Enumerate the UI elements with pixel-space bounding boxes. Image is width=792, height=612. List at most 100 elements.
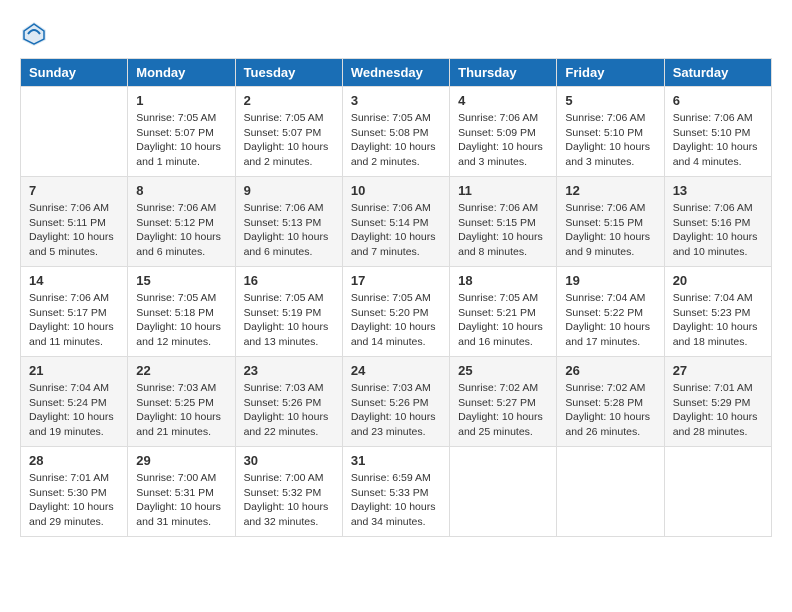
- day-number: 9: [244, 183, 334, 198]
- day-info: Sunrise: 7:06 AM Sunset: 5:13 PM Dayligh…: [244, 201, 334, 260]
- calendar-cell: 25 Sunrise: 7:02 AM Sunset: 5:27 PM Dayli…: [450, 357, 557, 447]
- day-number: 2: [244, 93, 334, 108]
- day-info: Sunrise: 7:05 AM Sunset: 5:21 PM Dayligh…: [458, 291, 548, 350]
- day-info: Sunrise: 7:06 AM Sunset: 5:12 PM Dayligh…: [136, 201, 226, 260]
- calendar-cell: 16 Sunrise: 7:05 AM Sunset: 5:19 PM Dayli…: [235, 267, 342, 357]
- day-number: 5: [565, 93, 655, 108]
- calendar-cell: 21Sunrise: 7:04 AM Sunset: 5:24 PM Dayli…: [21, 357, 128, 447]
- day-number: 8: [136, 183, 226, 198]
- header-row: SundayMondayTuesdayWednesdayThursdayFrid…: [21, 59, 772, 87]
- calendar-cell: 15Sunrise: 7:05 AM Sunset: 5:18 PM Dayli…: [128, 267, 235, 357]
- header-day-wednesday: Wednesday: [342, 59, 449, 87]
- calendar-cell: 8 Sunrise: 7:06 AM Sunset: 5:12 PM Daylig…: [128, 177, 235, 267]
- day-info: Sunrise: 7:06 AM Sunset: 5:11 PM Dayligh…: [29, 201, 119, 260]
- day-number: 7: [29, 183, 119, 198]
- header-day-saturday: Saturday: [664, 59, 771, 87]
- calendar-cell: 1 Sunrise: 7:05 AM Sunset: 5:07 PM Daylig…: [128, 87, 235, 177]
- day-number: 15: [136, 273, 226, 288]
- day-info: Sunrise: 7:06 AM Sunset: 5:16 PM Dayligh…: [673, 201, 763, 260]
- header-day-sunday: Sunday: [21, 59, 128, 87]
- day-number: 4: [458, 93, 548, 108]
- day-number: 16: [244, 273, 334, 288]
- day-info: Sunrise: 7:03 AM Sunset: 5:25 PM Dayligh…: [136, 381, 226, 440]
- day-info: Sunrise: 7:01 AM Sunset: 5:30 PM Dayligh…: [29, 471, 119, 530]
- calendar-cell: 26 Sunrise: 7:02 AM Sunset: 5:28 PM Dayli…: [557, 357, 664, 447]
- calendar-cell: 11Sunrise: 7:06 AM Sunset: 5:15 PM Dayli…: [450, 177, 557, 267]
- day-number: 28: [29, 453, 119, 468]
- calendar-table: SundayMondayTuesdayWednesdayThursdayFrid…: [20, 58, 772, 537]
- calendar-cell: [450, 447, 557, 537]
- day-info: Sunrise: 7:05 AM Sunset: 5:07 PM Dayligh…: [244, 111, 334, 170]
- calendar-cell: [557, 447, 664, 537]
- day-info: Sunrise: 6:59 AM Sunset: 5:33 PM Dayligh…: [351, 471, 441, 530]
- week-row-4: 21Sunrise: 7:04 AM Sunset: 5:24 PM Dayli…: [21, 357, 772, 447]
- calendar-cell: 7 Sunrise: 7:06 AM Sunset: 5:11 PM Daylig…: [21, 177, 128, 267]
- calendar-cell: 18 Sunrise: 7:05 AM Sunset: 5:21 PM Dayli…: [450, 267, 557, 357]
- day-info: Sunrise: 7:05 AM Sunset: 5:19 PM Dayligh…: [244, 291, 334, 350]
- day-number: 29: [136, 453, 226, 468]
- day-info: Sunrise: 7:05 AM Sunset: 5:08 PM Dayligh…: [351, 111, 441, 170]
- day-number: 25: [458, 363, 548, 378]
- header: [20, 20, 772, 48]
- day-number: 31: [351, 453, 441, 468]
- day-info: Sunrise: 7:06 AM Sunset: 5:10 PM Dayligh…: [673, 111, 763, 170]
- calendar-cell: 2 Sunrise: 7:05 AM Sunset: 5:07 PM Daylig…: [235, 87, 342, 177]
- day-number: 20: [673, 273, 763, 288]
- day-info: Sunrise: 7:06 AM Sunset: 5:14 PM Dayligh…: [351, 201, 441, 260]
- day-number: 3: [351, 93, 441, 108]
- calendar-cell: 5Sunrise: 7:06 AM Sunset: 5:10 PM Daylig…: [557, 87, 664, 177]
- day-info: Sunrise: 7:06 AM Sunset: 5:15 PM Dayligh…: [565, 201, 655, 260]
- calendar-cell: 19 Sunrise: 7:04 AM Sunset: 5:22 PM Dayli…: [557, 267, 664, 357]
- calendar-cell: 28 Sunrise: 7:01 AM Sunset: 5:30 PM Dayli…: [21, 447, 128, 537]
- week-row-2: 7 Sunrise: 7:06 AM Sunset: 5:11 PM Daylig…: [21, 177, 772, 267]
- header-day-thursday: Thursday: [450, 59, 557, 87]
- calendar-cell: 3 Sunrise: 7:05 AM Sunset: 5:08 PM Daylig…: [342, 87, 449, 177]
- day-info: Sunrise: 7:04 AM Sunset: 5:23 PM Dayligh…: [673, 291, 763, 350]
- day-info: Sunrise: 7:02 AM Sunset: 5:27 PM Dayligh…: [458, 381, 548, 440]
- calendar-cell: 13 Sunrise: 7:06 AM Sunset: 5:16 PM Dayli…: [664, 177, 771, 267]
- week-row-5: 28 Sunrise: 7:01 AM Sunset: 5:30 PM Dayli…: [21, 447, 772, 537]
- day-number: 24: [351, 363, 441, 378]
- week-row-1: 1 Sunrise: 7:05 AM Sunset: 5:07 PM Daylig…: [21, 87, 772, 177]
- day-info: Sunrise: 7:03 AM Sunset: 5:26 PM Dayligh…: [244, 381, 334, 440]
- logo: [20, 20, 52, 48]
- day-info: Sunrise: 7:04 AM Sunset: 5:22 PM Dayligh…: [565, 291, 655, 350]
- day-info: Sunrise: 7:05 AM Sunset: 5:20 PM Dayligh…: [351, 291, 441, 350]
- calendar-cell: 20 Sunrise: 7:04 AM Sunset: 5:23 PM Dayli…: [664, 267, 771, 357]
- day-number: 18: [458, 273, 548, 288]
- day-info: Sunrise: 7:05 AM Sunset: 5:07 PM Dayligh…: [136, 111, 226, 170]
- day-number: 1: [136, 93, 226, 108]
- calendar-cell: 9 Sunrise: 7:06 AM Sunset: 5:13 PM Daylig…: [235, 177, 342, 267]
- day-number: 26: [565, 363, 655, 378]
- day-number: 21: [29, 363, 119, 378]
- calendar-cell: 4 Sunrise: 7:06 AM Sunset: 5:09 PM Daylig…: [450, 87, 557, 177]
- header-day-friday: Friday: [557, 59, 664, 87]
- day-info: Sunrise: 7:00 AM Sunset: 5:31 PM Dayligh…: [136, 471, 226, 530]
- calendar-cell: 17Sunrise: 7:05 AM Sunset: 5:20 PM Dayli…: [342, 267, 449, 357]
- day-number: 23: [244, 363, 334, 378]
- day-info: Sunrise: 7:06 AM Sunset: 5:17 PM Dayligh…: [29, 291, 119, 350]
- day-number: 6: [673, 93, 763, 108]
- calendar-cell: 14Sunrise: 7:06 AM Sunset: 5:17 PM Dayli…: [21, 267, 128, 357]
- calendar-cell: 24 Sunrise: 7:03 AM Sunset: 5:26 PM Dayli…: [342, 357, 449, 447]
- calendar-cell: 30Sunrise: 7:00 AM Sunset: 5:32 PM Dayli…: [235, 447, 342, 537]
- day-info: Sunrise: 7:06 AM Sunset: 5:15 PM Dayligh…: [458, 201, 548, 260]
- day-info: Sunrise: 7:03 AM Sunset: 5:26 PM Dayligh…: [351, 381, 441, 440]
- day-info: Sunrise: 7:06 AM Sunset: 5:09 PM Dayligh…: [458, 111, 548, 170]
- calendar-cell: 23 Sunrise: 7:03 AM Sunset: 5:26 PM Dayli…: [235, 357, 342, 447]
- day-info: Sunrise: 7:00 AM Sunset: 5:32 PM Dayligh…: [244, 471, 334, 530]
- day-number: 10: [351, 183, 441, 198]
- day-info: Sunrise: 7:02 AM Sunset: 5:28 PM Dayligh…: [565, 381, 655, 440]
- header-day-tuesday: Tuesday: [235, 59, 342, 87]
- header-day-monday: Monday: [128, 59, 235, 87]
- calendar-cell: 10 Sunrise: 7:06 AM Sunset: 5:14 PM Dayli…: [342, 177, 449, 267]
- calendar-cell: 6 Sunrise: 7:06 AM Sunset: 5:10 PM Daylig…: [664, 87, 771, 177]
- calendar-cell: 29 Sunrise: 7:00 AM Sunset: 5:31 PM Dayli…: [128, 447, 235, 537]
- day-number: 13: [673, 183, 763, 198]
- calendar-cell: [664, 447, 771, 537]
- calendar-cell: 27Sunrise: 7:01 AM Sunset: 5:29 PM Dayli…: [664, 357, 771, 447]
- calendar-cell: [21, 87, 128, 177]
- day-number: 19: [565, 273, 655, 288]
- day-number: 22: [136, 363, 226, 378]
- calendar-cell: 12Sunrise: 7:06 AM Sunset: 5:15 PM Dayli…: [557, 177, 664, 267]
